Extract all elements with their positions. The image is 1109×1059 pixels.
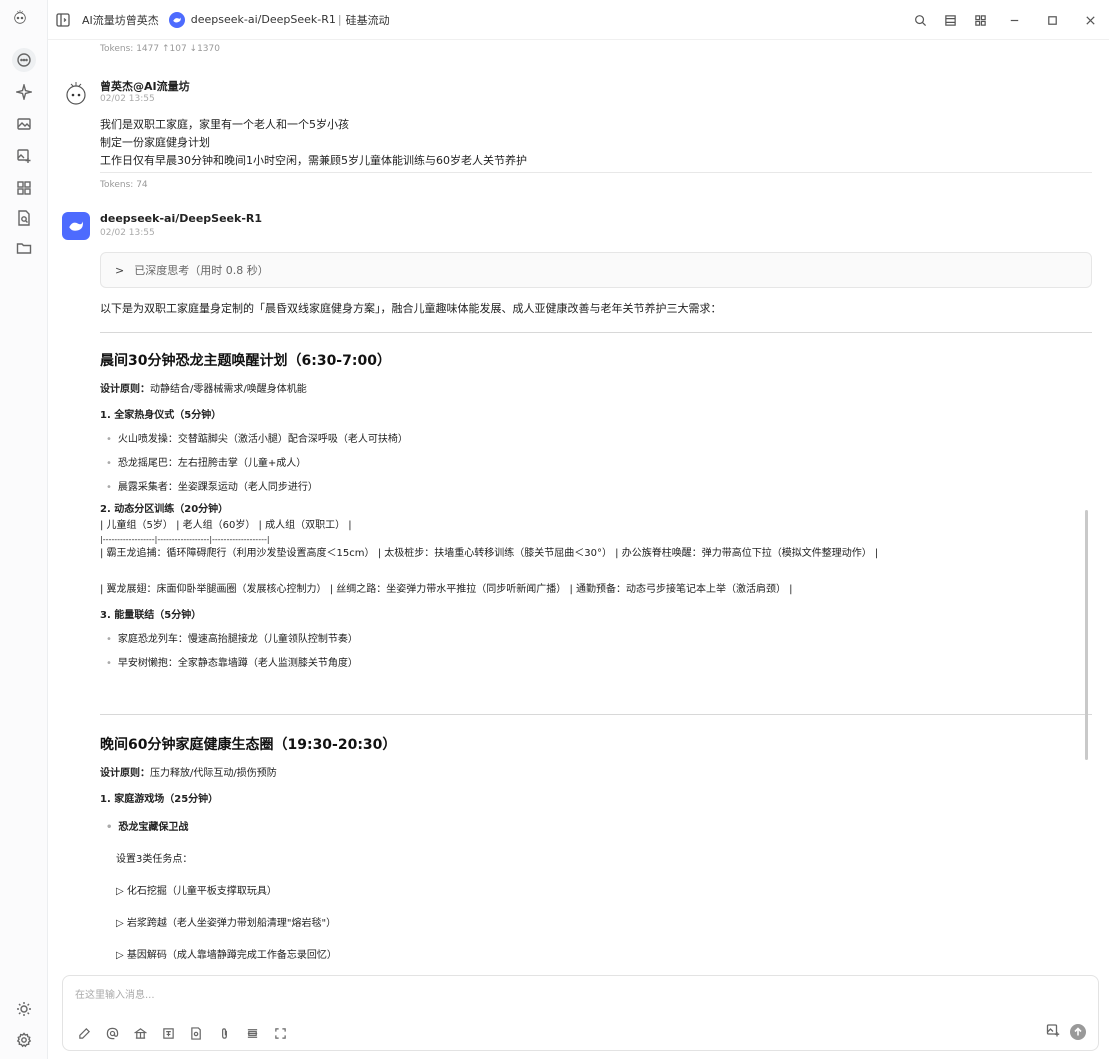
evening-section: 晚间60分钟家庭健康生态圈（19:30-20:30） 设计原则：压力释放/代际互…: [100, 734, 1090, 964]
provider-name[interactable]: 硅基流动: [346, 12, 390, 28]
expand-icon[interactable]: [273, 1026, 287, 1040]
user-name: 曾英杰@AI流量坊: [100, 80, 190, 93]
game-intro: 设置3类任务点：: [116, 854, 193, 865]
search-icon[interactable]: [905, 0, 935, 40]
table-header: | 儿童组（5岁） | 老人组（60岁） | 成人组（双职工） |: [100, 520, 352, 531]
deepseek-logo-icon: [62, 212, 90, 240]
send-area: [1046, 1023, 1086, 1040]
user-avatar-icon: [62, 78, 90, 106]
image-icon[interactable]: [14, 114, 34, 134]
thinking-toggle[interactable]: > 已深度思考（用时 0.8 秒）: [100, 252, 1092, 288]
user-avatar[interactable]: [12, 8, 36, 32]
settings-icon[interactable]: [14, 1030, 34, 1050]
user-message: 曾英杰@AI流量坊 02/02 13:55 我们是双职工家庭，家里有一个老人和一…: [62, 78, 1092, 170]
evening-principle: 设计原则：压力释放/代际互动/损伤预防: [100, 766, 1090, 782]
maximize-icon[interactable]: [1033, 0, 1071, 40]
user-line: 我们是双职工家庭，家里有一个老人和一个5岁小孩: [100, 118, 349, 131]
layout-icon[interactable]: [935, 0, 965, 40]
list-item: 火山喷发操：交替踮脚尖（激活小腿）配合深呼吸（老人可扶椅）: [100, 432, 1090, 448]
edit-icon[interactable]: [77, 1026, 91, 1040]
evening-s1-title: 1. 家庭游戏场（25分钟）: [100, 794, 219, 805]
at-icon[interactable]: [105, 1026, 119, 1040]
sparkle-icon[interactable]: [14, 82, 34, 102]
image-upload-icon[interactable]: [1046, 1023, 1060, 1040]
model-name[interactable]: deepseek-ai/DeepSeek-R1: [191, 13, 336, 26]
section-rule: [100, 714, 1092, 715]
scrollbar-thumb[interactable]: [1085, 510, 1088, 760]
list-item: 晨露采集者：坐姿踝泵运动（老人同步进行）: [100, 480, 1090, 496]
image-edit-icon[interactable]: [14, 146, 34, 166]
minimize-icon[interactable]: [995, 0, 1033, 40]
model-logo-icon: [168, 11, 185, 28]
chat-icon[interactable]: [12, 48, 36, 72]
table-row: | 翼龙展翅：床面仰卧举腿画圈（发展核心控制力） | 丝绸之路：坐姿弹力带水平推…: [100, 584, 793, 595]
morning-s2-title: 2. 动态分区训练（20分钟）: [100, 504, 229, 515]
left-rail: [0, 0, 48, 1059]
assistant-name: deepseek-ai/DeepSeek-R1: [100, 212, 263, 225]
chat-area: Tokens: 1477 ↑107 ↓1370 曾英杰@AI流量坊 02/02 …: [62, 40, 1092, 970]
list-item: 恐龙摇尾巴：左右扭胯击掌（儿童+成人）: [100, 456, 1090, 472]
morning-s1-title: 1. 全家热身仪式（5分钟）: [100, 410, 222, 421]
message-input[interactable]: 在这里输入消息...: [75, 986, 155, 1001]
thinking-label: 已深度思考（用时 0.8 秒）: [134, 264, 269, 277]
clear-icon[interactable]: [245, 1026, 259, 1040]
translate-icon[interactable]: [161, 1026, 175, 1040]
morning-title: 晨间30分钟恐龙主题唤醒计划（6:30-7:00）: [100, 353, 391, 369]
section-rule: [100, 332, 1092, 333]
user-line: 制定一份家庭健身计划: [100, 136, 210, 149]
game-title: 恐龙宝藏保卫战: [100, 820, 1090, 836]
sun-icon[interactable]: [14, 999, 34, 1019]
attachment-icon[interactable]: [217, 1026, 231, 1040]
morning-principle: 设计原则：动静结合/零器械需求/唤醒身体机能: [100, 382, 1090, 398]
send-button[interactable]: [1070, 1023, 1086, 1040]
assistant-title[interactable]: AI流量坊曾英杰: [82, 12, 159, 28]
principle-label: 设计原则：: [100, 384, 150, 395]
sidebar-toggle-icon[interactable]: [56, 12, 70, 27]
user-time: 02/02 13:55: [100, 94, 155, 104]
document-search-icon[interactable]: [14, 208, 34, 228]
title-bar: AI流量坊曾英杰 deepseek-ai/DeepSeek-R1 | 硅基流动: [48, 0, 1109, 40]
close-icon[interactable]: [1071, 0, 1109, 40]
principle-text: 压力释放/代际互动/损伤预防: [150, 768, 277, 779]
evening-title: 晚间60分钟家庭健康生态圈（19:30-20:30）: [100, 737, 397, 753]
assistant-time: 02/02 13:55: [100, 228, 155, 238]
principle-label: 设计原则：: [100, 768, 150, 779]
table-row: | 霸王龙追捕：循环障碍爬行（利用沙发垫设置高度＜15cm） | 太极桩步：扶墙…: [100, 548, 879, 559]
task-item: ▷ 化石挖掘（儿童平板支撑取玩具）: [116, 886, 277, 897]
divider: [100, 172, 1092, 173]
answer-intro: 以下是为双职工家庭量身定制的「晨昏双线家庭健身方案」，融合儿童趣味体能发展、成人…: [100, 302, 722, 315]
grid-icon[interactable]: [965, 0, 995, 40]
input-toolbar: [77, 1026, 287, 1040]
morning-s3-title: 3. 能量联结（5分钟）: [100, 610, 202, 621]
chevron-right-icon: >: [115, 263, 125, 277]
folder-icon[interactable]: [14, 238, 34, 258]
task-item: ▷ 基因解码（成人靠墙静蹲完成工作备忘录回忆）: [116, 950, 337, 961]
search-doc-icon[interactable]: [189, 1026, 203, 1040]
title-separator: |: [337, 13, 342, 26]
knowledge-icon[interactable]: [133, 1026, 147, 1040]
message-input-box[interactable]: 在这里输入消息...: [62, 975, 1099, 1051]
task-item: ▷ 岩浆跨越（老人坐姿弹力带划船清理"熔岩毯"）: [116, 918, 337, 929]
list-item: 家庭恐龙列车：慢速高抬腿接龙（儿童领队控制节奏）: [100, 632, 1090, 648]
principle-text: 动静结合/零器械需求/唤醒身体机能: [150, 384, 307, 395]
morning-section: 晨间30分钟恐龙主题唤醒计划（6:30-7:00） 设计原则：动静结合/零器械需…: [100, 350, 1090, 672]
token-count: Tokens: 74: [100, 180, 148, 190]
token-count: Tokens: 1477 ↑107 ↓1370: [100, 44, 220, 54]
apps-icon[interactable]: [14, 178, 34, 198]
list-item: 早安树懒抱：全家静态靠墙蹲（老人监测膝关节角度）: [100, 656, 1090, 672]
assistant-message: deepseek-ai/DeepSeek-R1 02/02 13:55: [62, 212, 1092, 252]
table-separator: |------------------|------------------|-…: [100, 535, 270, 544]
user-line: 工作日仅有早晨30分钟和晚间1小时空闲，需兼顾5岁儿童体能训练与60岁老人关节养…: [100, 154, 527, 167]
